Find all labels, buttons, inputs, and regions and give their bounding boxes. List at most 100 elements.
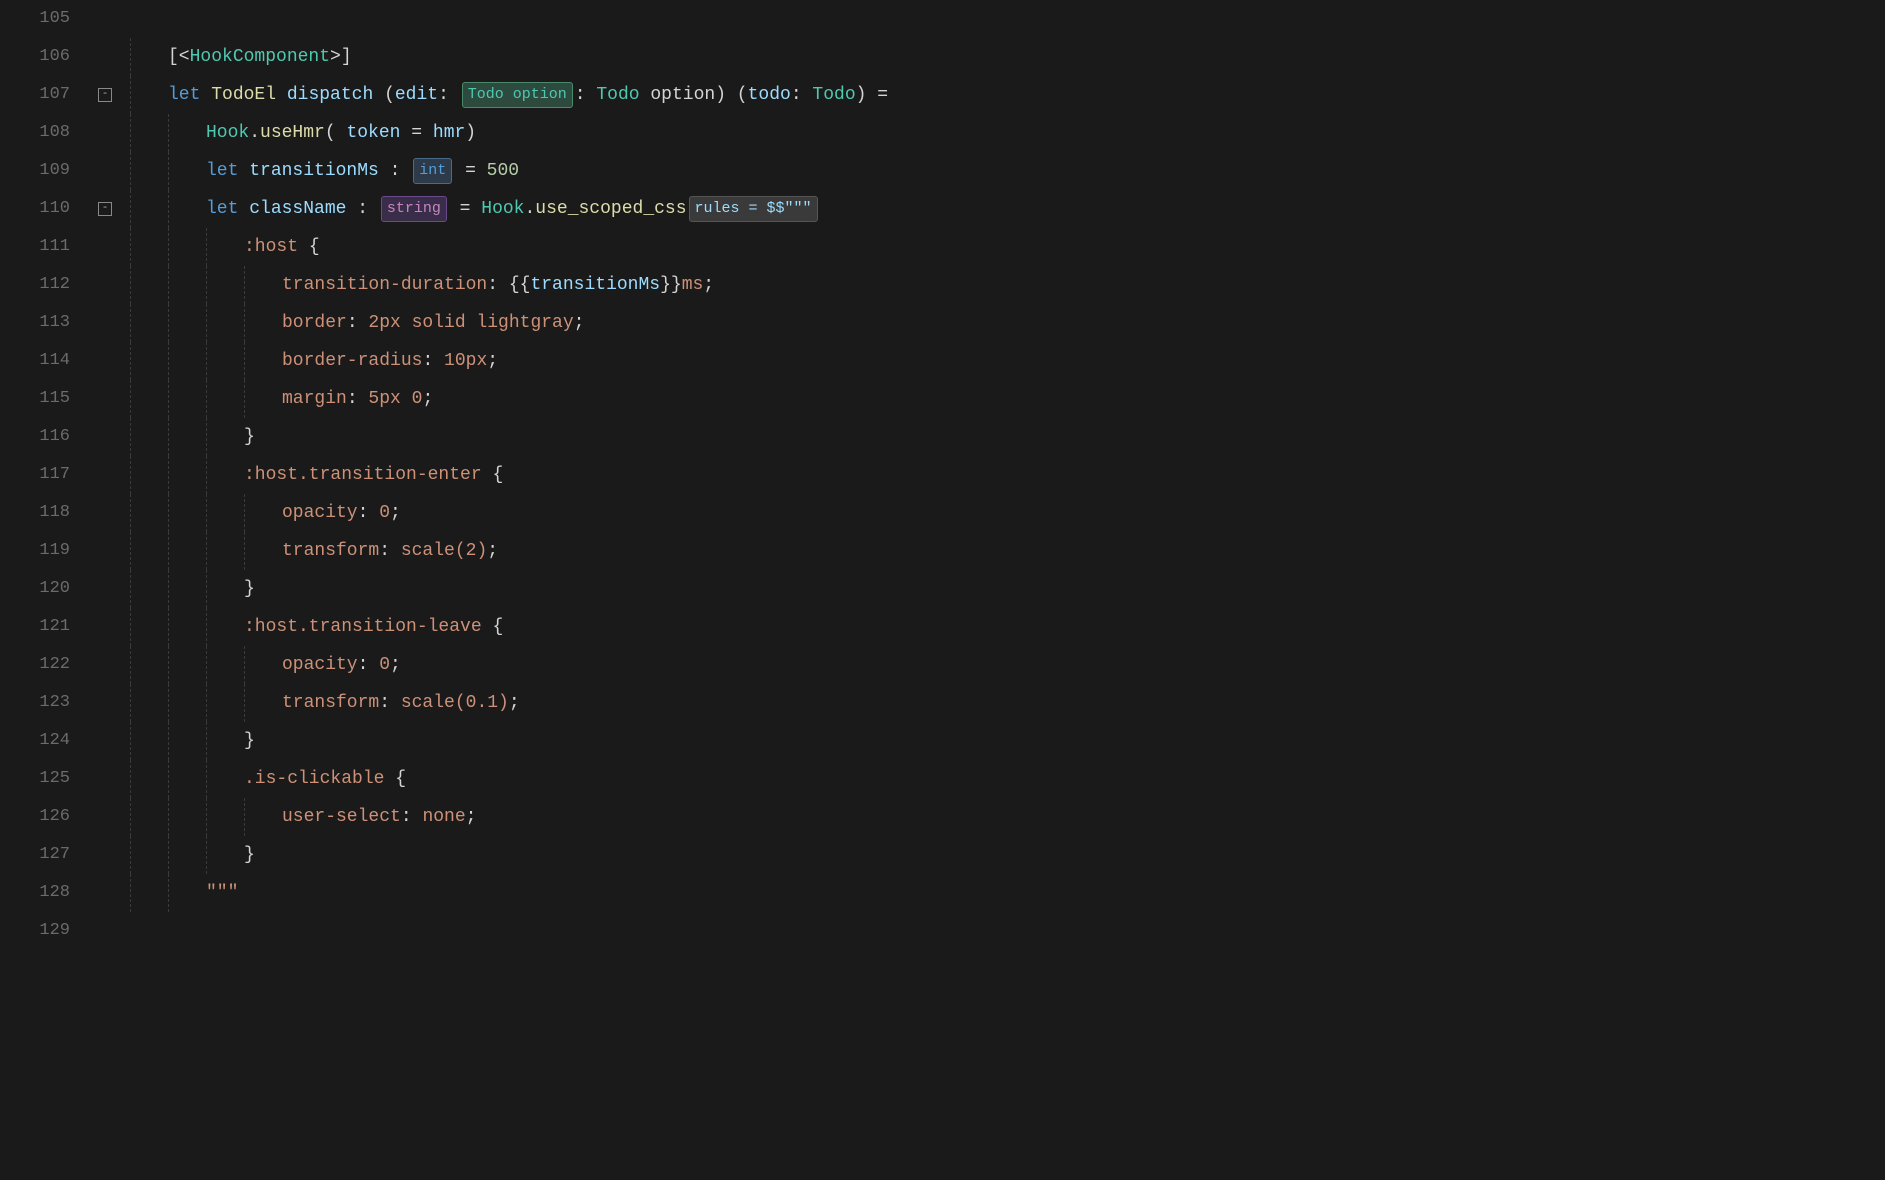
line-110-hook2: Hook	[481, 196, 524, 222]
line-num-122: 122	[0, 646, 70, 684]
line-108-dot1: .	[249, 120, 260, 146]
line-116: }	[130, 418, 1885, 456]
line-num-115: 115	[0, 380, 70, 418]
line-111-host: :host	[244, 234, 309, 260]
line-num-111: 111	[0, 228, 70, 266]
line-num-117: 117	[0, 456, 70, 494]
line-num-118: 118	[0, 494, 70, 532]
line-123-val: scale(0.1)	[401, 690, 509, 716]
line-114-colon: :	[422, 348, 444, 374]
line-119-colon: :	[379, 538, 401, 564]
line-113-val: 2px solid lightgray	[368, 310, 573, 336]
line-110-string-badge: string	[381, 196, 447, 222]
line-107-edit: edit	[395, 82, 438, 108]
line-123: transform : scale(0.1) ;	[130, 684, 1885, 722]
line-119-prop: transform	[282, 538, 379, 564]
line-108: Hook . useHmr ( token = hmr )	[130, 114, 1885, 152]
line-114: border-radius : 10px ;	[130, 342, 1885, 380]
fold-marker-121	[90, 608, 120, 646]
line-num-114: 114	[0, 342, 70, 380]
line-107-todo-type: Todo	[596, 82, 639, 108]
line-115-semi: ;	[422, 386, 433, 412]
line-107-todoel: TodoEl	[211, 82, 287, 108]
line-118: opacity : 0 ;	[130, 494, 1885, 532]
fold-marker-122	[90, 646, 120, 684]
line-107-let: let	[168, 82, 211, 108]
line-127: }	[130, 836, 1885, 874]
fold-marker-109	[90, 152, 120, 190]
fold-marker-107[interactable]: -	[90, 76, 120, 114]
fold-marker-128	[90, 874, 120, 912]
line-num-105: 105	[0, 0, 70, 38]
line-121: :host.transition-leave {	[130, 608, 1885, 646]
line-110: let className : string = Hook . use_scop…	[130, 190, 1885, 228]
line-118-semi: ;	[390, 500, 401, 526]
fold-marker-106	[90, 38, 120, 76]
line-109-let: let	[206, 158, 249, 184]
line-113-semi: ;	[574, 310, 585, 336]
line-num-126: 126	[0, 798, 70, 836]
line-109-colon: :	[379, 158, 411, 184]
line-num-113: 113	[0, 304, 70, 342]
line-num-125: 125	[0, 760, 70, 798]
line-107-paren2: ) (	[715, 82, 747, 108]
fold-box-110[interactable]: -	[98, 202, 112, 216]
line-124-brace: }	[244, 728, 255, 754]
line-122-colon: :	[358, 652, 380, 678]
line-109-500: 500	[487, 158, 519, 184]
line-126-val: none	[422, 804, 465, 830]
line-num-119: 119	[0, 532, 70, 570]
line-106: [<HookComponent>]	[130, 38, 1885, 76]
line-108-token: token	[336, 120, 412, 146]
line-109-eq: =	[454, 158, 486, 184]
line-117-brace: {	[492, 462, 503, 488]
fold-marker-112	[90, 266, 120, 304]
line-108-eq: =	[411, 120, 433, 146]
fold-marker-110[interactable]: -	[90, 190, 120, 228]
line-128: """	[130, 874, 1885, 912]
fold-marker-123	[90, 684, 120, 722]
line-107-todo-type2: Todo	[812, 82, 855, 108]
line-128-quotes: """	[206, 880, 238, 906]
line-109: let transitionMs : int = 500	[130, 152, 1885, 190]
line-107-colon1: :	[438, 82, 460, 108]
line-122-prop: opacity	[282, 652, 358, 678]
line-107-colon3: :	[791, 82, 813, 108]
line-107-rest: ) =	[856, 82, 888, 108]
line-120-brace: }	[244, 576, 255, 602]
line-113-colon: :	[347, 310, 369, 336]
line-127-brace: }	[244, 842, 255, 868]
line-122-val: 0	[379, 652, 390, 678]
fold-marker-108	[90, 114, 120, 152]
line-120: }	[130, 570, 1885, 608]
line-126: user-select : none ;	[130, 798, 1885, 836]
line-112-semi: ;	[703, 272, 714, 298]
line-numbers: 105 106 107 108 109 110 111 112 113 114 …	[0, 0, 90, 1180]
line-116-brace: }	[244, 424, 255, 450]
line-112-tplclose: }}	[660, 272, 682, 298]
line-108-hmr: hmr	[433, 120, 465, 146]
fold-marker-116	[90, 418, 120, 456]
line-111: :host {	[130, 228, 1885, 266]
line-115-colon: :	[347, 386, 369, 412]
line-112-ms: ms	[682, 272, 704, 298]
line-107-colon2: :	[575, 82, 597, 108]
fold-box-107[interactable]: -	[98, 88, 112, 102]
line-113: border : 2px solid lightgray ;	[130, 304, 1885, 342]
fold-marker-105	[90, 0, 120, 38]
fold-marker-114	[90, 342, 120, 380]
line-num-107: 107	[0, 76, 70, 114]
line-118-colon: :	[358, 500, 380, 526]
line-num-121: 121	[0, 608, 70, 646]
line-115-prop: margin	[282, 386, 347, 412]
line-122-semi: ;	[390, 652, 401, 678]
line-118-val: 0	[379, 500, 390, 526]
line-num-124: 124	[0, 722, 70, 760]
line-111-brace: {	[309, 234, 320, 260]
fold-marker-115	[90, 380, 120, 418]
line-112-prop: transition-duration	[282, 272, 487, 298]
line-115-val: 5px 0	[368, 386, 422, 412]
line-num-106: 106	[0, 38, 70, 76]
line-105	[130, 0, 1885, 38]
line-109-int-badge: int	[413, 158, 452, 184]
